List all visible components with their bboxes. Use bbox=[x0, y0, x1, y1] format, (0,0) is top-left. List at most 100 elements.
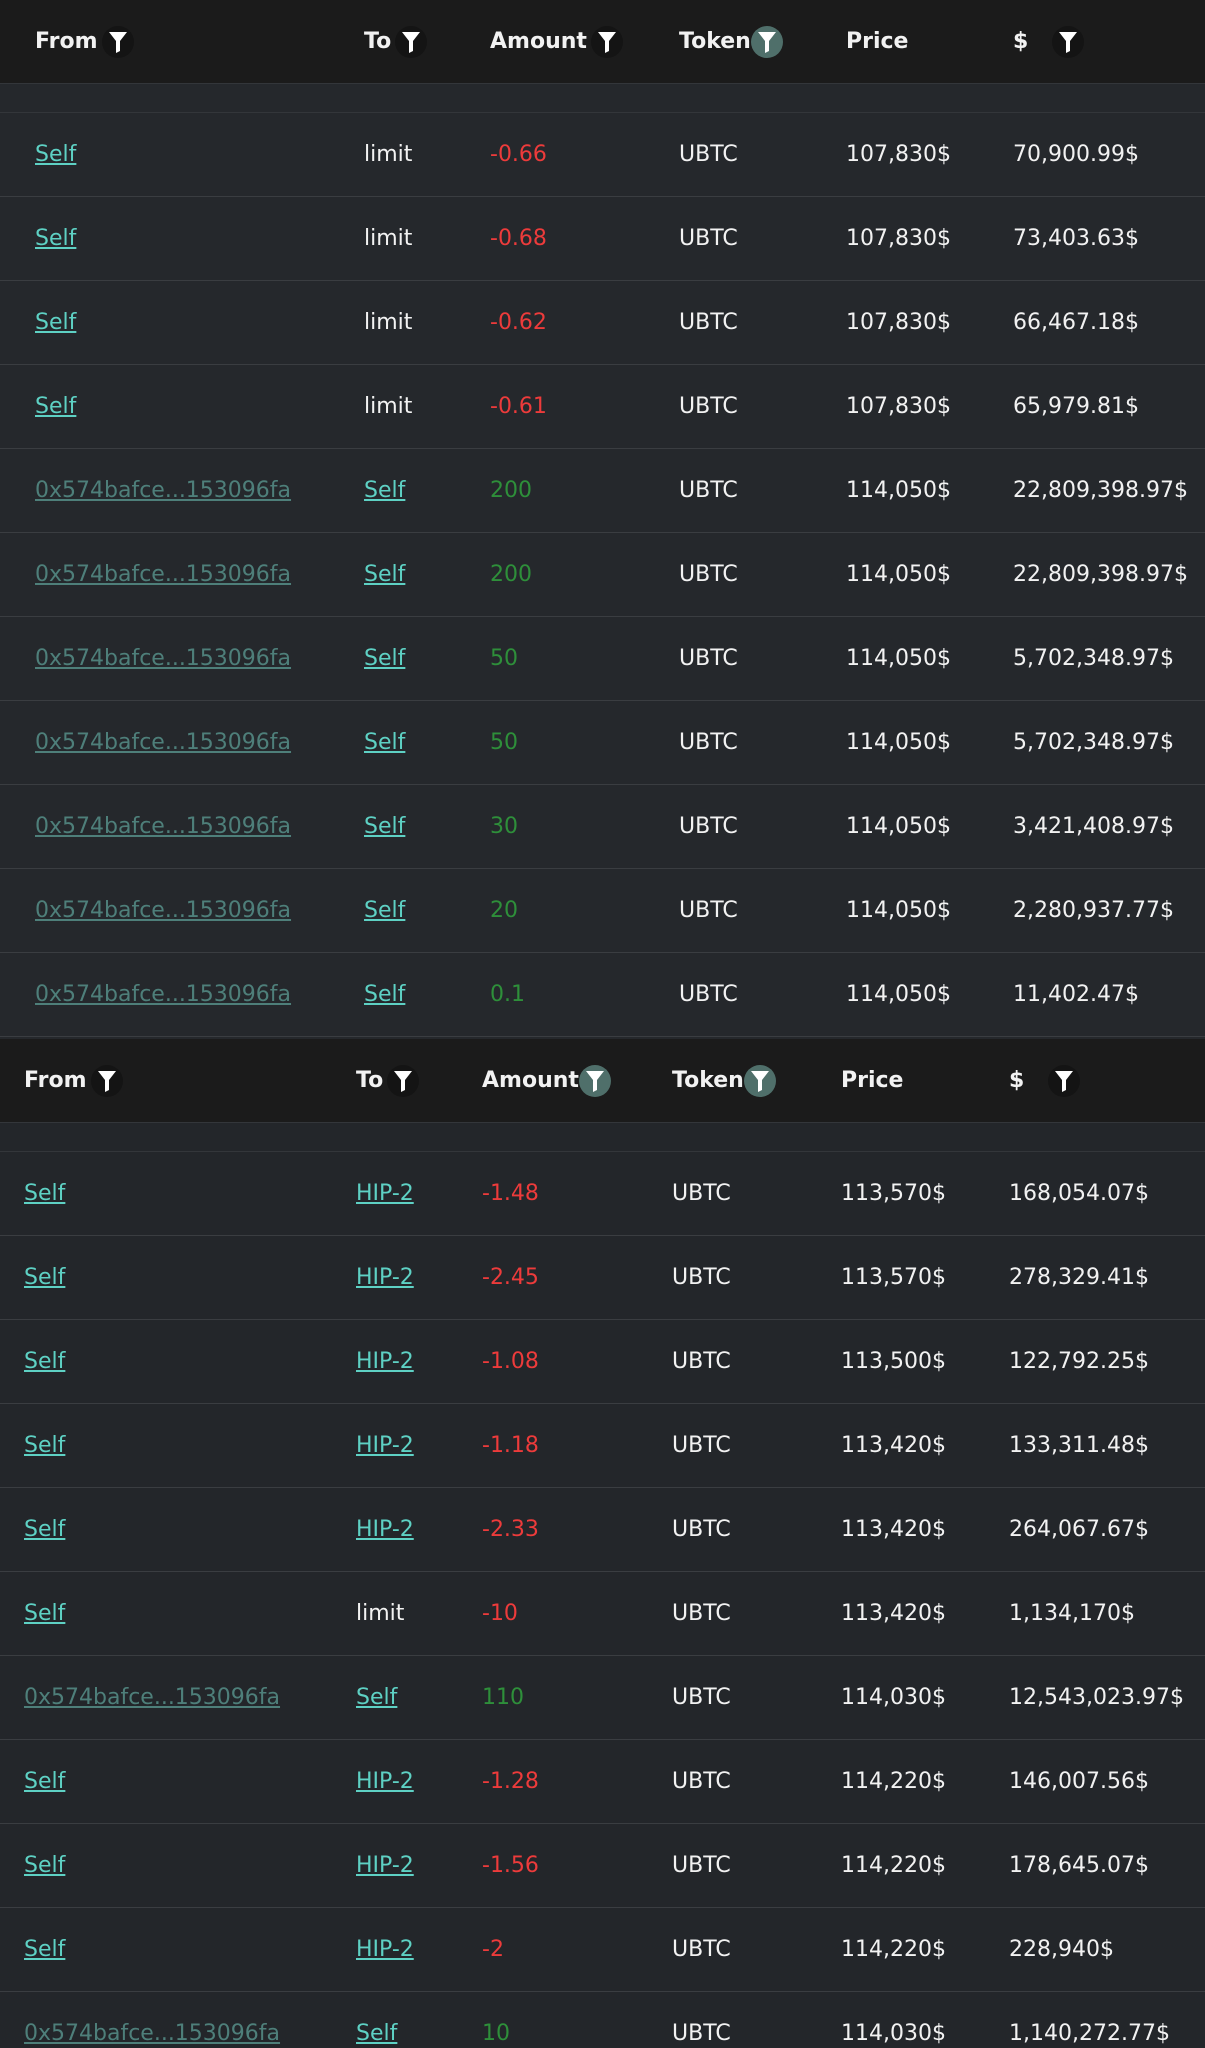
cell-price: 114,220$ bbox=[841, 1769, 946, 1794]
table-row: Self HIP-2 -1.28 UBTC 114,220$ 146,007.56$ bbox=[0, 1740, 1205, 1824]
cell-from-link[interactable]: 0x574bafce...153096fa bbox=[24, 1992, 280, 2048]
table-row: Self HIP-2 -2 UBTC 114,220$ 228,940$ bbox=[0, 1908, 1205, 1992]
cell-usd: 65,979.81$ bbox=[1013, 394, 1139, 419]
cell-from-link[interactable]: Self bbox=[35, 281, 76, 364]
cell-amount: -2.33 bbox=[482, 1517, 539, 1542]
cell-token: UBTC bbox=[672, 1349, 731, 1374]
table-row: 0x574bafce...153096fa Self 30 UBTC 114,050$ 3… bbox=[0, 785, 1205, 869]
cell-from-link[interactable]: Self bbox=[24, 1824, 65, 1907]
cell-token: UBTC bbox=[672, 1433, 731, 1458]
filter-active-icon[interactable] bbox=[578, 1064, 611, 1097]
cell-to: limit bbox=[364, 226, 413, 251]
cell-to-link[interactable]: Self bbox=[356, 1656, 397, 1739]
cell-from-link[interactable]: Self bbox=[24, 1236, 65, 1319]
filter-icon[interactable] bbox=[90, 1064, 123, 1097]
column-label-usd: $ bbox=[1009, 1068, 1025, 1093]
cell-token: UBTC bbox=[679, 814, 738, 839]
cell-from-link[interactable]: Self bbox=[24, 1320, 65, 1403]
header-spacer bbox=[0, 1123, 1205, 1152]
cell-token: UBTC bbox=[679, 310, 738, 335]
cell-amount: -1.56 bbox=[482, 1853, 539, 1878]
filter-icon[interactable] bbox=[1048, 1064, 1081, 1097]
filter-active-icon[interactable] bbox=[743, 1064, 776, 1097]
cell-to-link[interactable]: Self bbox=[364, 617, 405, 700]
cell-to-link[interactable]: HIP-2 bbox=[356, 1152, 414, 1235]
cell-from-link[interactable]: Self bbox=[24, 1572, 65, 1655]
filter-icon[interactable] bbox=[590, 25, 623, 58]
cell-from-link[interactable]: Self bbox=[24, 1404, 65, 1487]
column-label-from: From bbox=[35, 29, 98, 54]
cell-from-link[interactable]: 0x574bafce...153096fa bbox=[35, 617, 291, 700]
cell-from-link[interactable]: 0x574bafce...153096fa bbox=[35, 953, 291, 1036]
cell-to-link[interactable]: HIP-2 bbox=[356, 1908, 414, 1991]
cell-to-link[interactable]: HIP-2 bbox=[356, 1824, 414, 1907]
cell-price: 114,050$ bbox=[846, 478, 951, 503]
table-row: 0x574bafce...153096fa Self 0.1 UBTC 114,050$… bbox=[0, 953, 1205, 1037]
cell-token: UBTC bbox=[672, 1601, 731, 1626]
cell-usd: 12,543,023.97$ bbox=[1009, 1685, 1184, 1710]
cell-to-link[interactable]: HIP-2 bbox=[356, 1488, 414, 1571]
cell-from-link[interactable]: Self bbox=[24, 1740, 65, 1823]
cell-amount: 0.1 bbox=[490, 982, 525, 1007]
cell-usd: 264,067.67$ bbox=[1009, 1517, 1149, 1542]
cell-from-link[interactable]: 0x574bafce...153096fa bbox=[35, 533, 291, 616]
cell-amount: -0.66 bbox=[490, 142, 547, 167]
column-header-usd: $ bbox=[1009, 1039, 1081, 1122]
cell-from-link[interactable]: Self bbox=[35, 365, 76, 448]
cell-from-link[interactable]: 0x574bafce...153096fa bbox=[35, 701, 291, 784]
cell-price: 114,050$ bbox=[846, 898, 951, 923]
cell-to-link[interactable]: Self bbox=[364, 533, 405, 616]
cell-price: 113,570$ bbox=[841, 1265, 946, 1290]
cell-to-link[interactable]: Self bbox=[364, 953, 405, 1036]
cell-from-link[interactable]: Self bbox=[35, 197, 76, 280]
cell-token: UBTC bbox=[672, 1769, 731, 1794]
cell-from-link[interactable]: Self bbox=[35, 113, 76, 196]
filter-icon[interactable] bbox=[101, 25, 134, 58]
cell-to-link[interactable]: HIP-2 bbox=[356, 1404, 414, 1487]
cell-from-link[interactable]: Self bbox=[24, 1908, 65, 1991]
cell-price: 107,830$ bbox=[846, 142, 951, 167]
cell-price: 114,220$ bbox=[841, 1853, 946, 1878]
cell-amount: -1.18 bbox=[482, 1433, 539, 1458]
cell-amount: 50 bbox=[490, 730, 518, 755]
cell-token: UBTC bbox=[672, 2021, 731, 2046]
cell-to-link[interactable]: HIP-2 bbox=[356, 1320, 414, 1403]
cell-to-link[interactable]: Self bbox=[364, 449, 405, 532]
cell-to: limit bbox=[364, 142, 413, 167]
cell-to: limit bbox=[364, 310, 413, 335]
cell-token: UBTC bbox=[679, 982, 738, 1007]
cell-to-link[interactable]: Self bbox=[364, 701, 405, 784]
table-header: From To Amount Token Price $ bbox=[0, 1039, 1205, 1123]
cell-to-link[interactable]: HIP-2 bbox=[356, 1236, 414, 1319]
cell-to-link[interactable]: Self bbox=[364, 785, 405, 868]
filter-icon[interactable] bbox=[1052, 25, 1085, 58]
cell-amount: -10 bbox=[482, 1601, 518, 1626]
cell-usd: 3,421,408.97$ bbox=[1013, 814, 1174, 839]
cell-price: 114,050$ bbox=[846, 730, 951, 755]
column-label-amount: Amount bbox=[482, 1068, 579, 1093]
cell-to-link[interactable]: Self bbox=[364, 869, 405, 952]
filter-icon[interactable] bbox=[395, 25, 428, 58]
table-row: Self HIP-2 -1.56 UBTC 114,220$ 178,645.07$ bbox=[0, 1824, 1205, 1908]
cell-price: 114,050$ bbox=[846, 646, 951, 671]
cell-price: 107,830$ bbox=[846, 226, 951, 251]
filter-active-icon[interactable] bbox=[750, 25, 783, 58]
cell-from-link[interactable]: Self bbox=[24, 1488, 65, 1571]
column-label-price: Price bbox=[841, 1068, 904, 1093]
column-label-to: To bbox=[356, 1068, 384, 1093]
cell-from-link[interactable]: 0x574bafce...153096fa bbox=[35, 785, 291, 868]
cell-token: UBTC bbox=[672, 1937, 731, 1962]
cell-from-link[interactable]: 0x574bafce...153096fa bbox=[35, 449, 291, 532]
cell-price: 113,570$ bbox=[841, 1181, 946, 1206]
cell-token: UBTC bbox=[672, 1181, 731, 1206]
cell-to-link[interactable]: HIP-2 bbox=[356, 1740, 414, 1823]
filter-icon[interactable] bbox=[387, 1064, 420, 1097]
cell-from-link[interactable]: Self bbox=[24, 1152, 65, 1235]
cell-usd: 178,645.07$ bbox=[1009, 1853, 1149, 1878]
cell-token: UBTC bbox=[679, 142, 738, 167]
cell-from-link[interactable]: 0x574bafce...153096fa bbox=[24, 1656, 280, 1739]
cell-from-link[interactable]: 0x574bafce...153096fa bbox=[35, 869, 291, 952]
cell-price: 113,420$ bbox=[841, 1433, 946, 1458]
cell-to-link[interactable]: Self bbox=[356, 1992, 397, 2048]
cell-token: UBTC bbox=[679, 394, 738, 419]
